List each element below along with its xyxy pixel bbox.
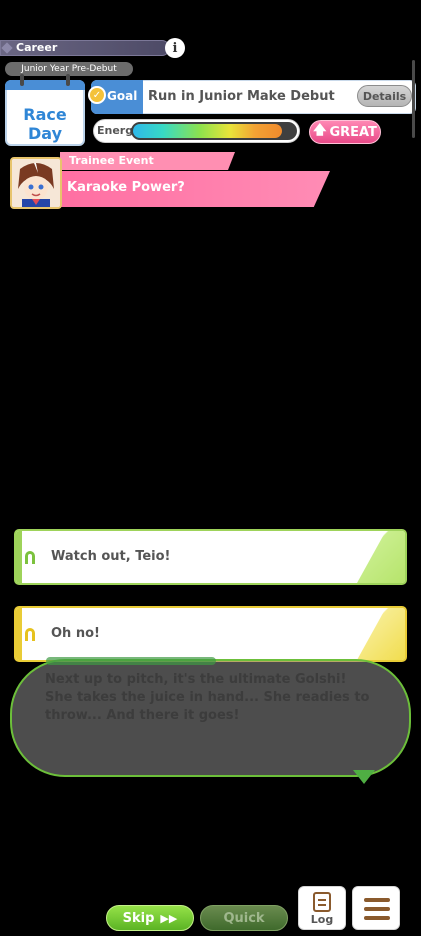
menu-button[interactable] [352, 886, 400, 930]
skip-label: Skip [122, 910, 155, 926]
info-button[interactable]: i [165, 38, 185, 58]
choice-accent [357, 531, 405, 583]
mood-label: GREAT [329, 124, 377, 140]
next-caret-icon [353, 770, 375, 784]
goal-tab-label: Goal [107, 89, 138, 103]
fast-forward-icon: ▶▶ [160, 911, 178, 925]
calendar-header [5, 80, 85, 90]
career-label: Career [16, 41, 58, 54]
choice-option[interactable]: Oh no! [14, 606, 407, 662]
choice-text: Oh no! [51, 626, 100, 641]
details-button[interactable]: Details [357, 85, 412, 107]
log-label: Log [310, 913, 334, 926]
choice-option[interactable]: Watch out, Teio! [14, 529, 407, 585]
menu-icon [364, 907, 390, 911]
trainee-portrait [10, 157, 62, 209]
event-title: Karaoke Power? [67, 180, 185, 195]
scrollbar[interactable] [412, 60, 415, 138]
log-icon [313, 892, 331, 912]
energy-bar [131, 122, 297, 140]
up-arrow-icon: 🡅 [313, 123, 327, 138]
energy-fill [133, 124, 282, 138]
menu-icon [364, 916, 390, 920]
skip-button[interactable]: Skip ▶▶ [106, 905, 194, 931]
choice-accent [357, 608, 405, 660]
dialogue-text: Next up to pitch, it's the ultimate Gols… [45, 672, 370, 723]
event-type-tag: Trainee Event [60, 152, 235, 170]
quick-button[interactable]: Quick [200, 905, 288, 931]
goal-text: Run in Junior Make Debut [148, 89, 335, 104]
calendar-ring-icon [66, 74, 70, 86]
speaker-tab [46, 657, 216, 665]
goal-icon: ✓ [88, 86, 106, 104]
calendar-ring-icon [20, 74, 24, 86]
trainee-portrait-icon [12, 159, 60, 207]
mood-button[interactable]: 🡅 GREAT [309, 120, 381, 144]
choice-text: Watch out, Teio! [51, 549, 171, 564]
race-day-label: Race Day [23, 105, 67, 143]
horseshoe-icon [25, 628, 35, 641]
menu-icon [364, 898, 390, 902]
horseshoe-icon [25, 551, 35, 564]
log-button[interactable]: Log [298, 886, 346, 930]
